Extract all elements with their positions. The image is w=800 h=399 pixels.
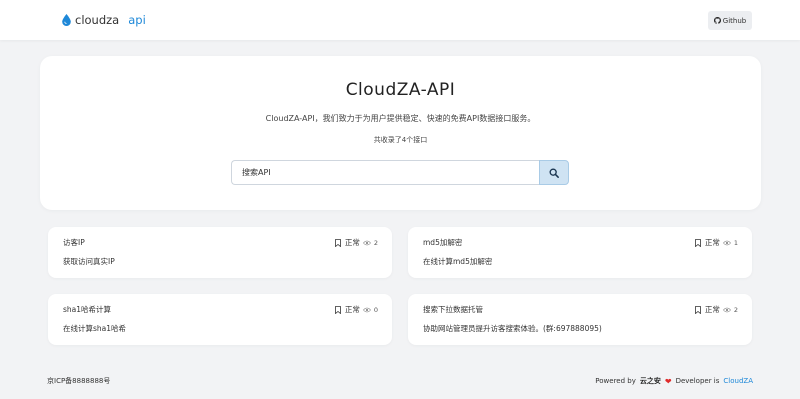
api-card-description: 获取访问真实IP	[63, 257, 115, 266]
api-card[interactable]: 访客IP 正常 2 获取访问真实IP	[48, 227, 392, 278]
github-icon	[713, 17, 721, 24]
api-card-title: 搜索下拉数据托管	[423, 305, 483, 314]
api-status: 正常	[704, 305, 720, 314]
eye-icon	[362, 240, 371, 245]
api-status: 正常	[344, 305, 360, 314]
api-card-title: md5加解密	[423, 238, 463, 247]
footer-credits: Powered by 云之安 ❤ Developer is CloudZA	[595, 376, 753, 386]
search-bar	[231, 160, 569, 185]
api-card-title: sha1哈希计算	[63, 305, 112, 314]
search-icon	[549, 168, 559, 178]
page-title: CloudZA-API	[345, 80, 456, 100]
api-views: 1	[733, 238, 738, 247]
api-views: 2	[373, 238, 378, 247]
powered-by-name[interactable]: 云之安	[640, 376, 661, 386]
bookmark-icon	[334, 238, 341, 247]
api-card-meta: 正常 0	[334, 304, 378, 315]
api-card[interactable]: sha1哈希计算 正常 0 在线计算sha1哈希	[48, 294, 392, 345]
api-views: 0	[373, 305, 378, 314]
bookmark-icon	[694, 238, 701, 247]
github-label: Github	[722, 16, 747, 25]
api-card[interactable]: md5加解密 正常 1 在线计算md5加解密	[408, 227, 752, 278]
developer-link[interactable]: CloudZA	[723, 377, 753, 385]
api-status: 正常	[704, 238, 720, 247]
eye-icon	[362, 307, 371, 312]
github-button[interactable]: Github	[708, 11, 752, 30]
api-card-meta: 正常 2	[694, 304, 738, 315]
search-button[interactable]	[539, 160, 569, 185]
search-input[interactable]	[231, 160, 541, 185]
hero-description: CloudZA-API，我们致力于为用户提供稳定、快速的免费API数据接口服务。	[265, 114, 536, 123]
developer-label: Developer is	[675, 377, 720, 385]
top-navbar: cloudza api Github	[0, 0, 800, 40]
hero-panel: CloudZA-API CloudZA-API，我们致力于为用户提供稳定、快速的…	[40, 56, 761, 210]
api-card[interactable]: 搜索下拉数据托管 正常 2 协助网站管理员提升访客搜索体验。(群:6978880…	[408, 294, 752, 345]
powered-by-label: Powered by	[595, 377, 636, 385]
brand-logo[interactable]: cloudza api	[62, 12, 146, 28]
heart-icon: ❤	[664, 376, 672, 386]
api-card-description: 协助网站管理员提升访客搜索体验。(群:697888095)	[423, 324, 602, 333]
api-status: 正常	[344, 238, 360, 247]
api-card-title: 访客IP	[63, 238, 85, 247]
api-views: 2	[733, 305, 738, 314]
bookmark-icon	[694, 305, 701, 314]
icp-record[interactable]: 京ICP备8888888号	[47, 376, 110, 386]
water-drop-icon	[62, 14, 71, 26]
api-card-description: 在线计算sha1哈希	[63, 324, 127, 333]
brand-name: cloudza	[75, 13, 120, 27]
brand-sub: api	[128, 13, 146, 27]
eye-icon	[722, 240, 731, 245]
bookmark-icon	[334, 305, 341, 314]
api-card-meta: 正常 1	[694, 237, 738, 248]
api-count: 共收录了4个接口	[373, 136, 428, 144]
eye-icon	[722, 307, 731, 312]
api-card-description: 在线计算md5加解密	[423, 257, 493, 266]
api-card-meta: 正常 2	[334, 237, 378, 248]
